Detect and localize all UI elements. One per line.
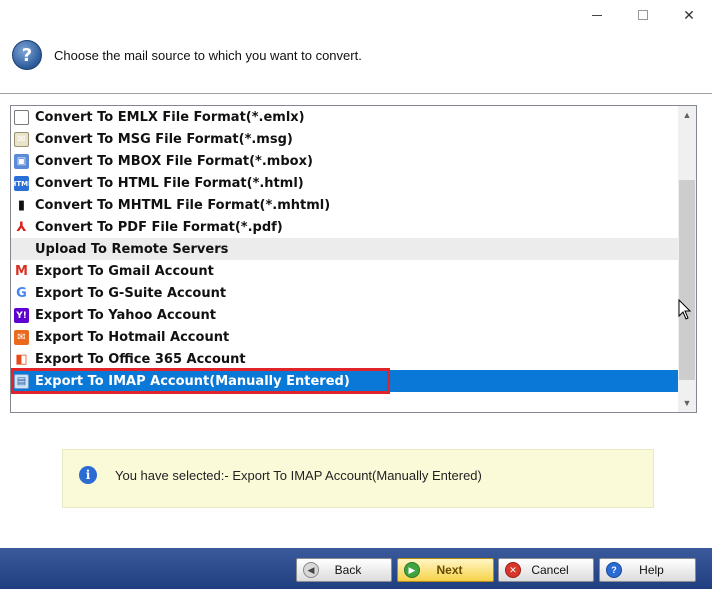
cancel-button[interactable]: ✕ Cancel bbox=[498, 558, 594, 582]
list-item[interactable]: ✉ Export To Hotmail Account bbox=[11, 326, 678, 348]
list-item-label: Export To IMAP Account(Manually Entered) bbox=[35, 373, 350, 389]
close-icon: ✕ bbox=[683, 6, 695, 23]
list-item[interactable]: ▤ Export To IMAP Account(Manually Entered… bbox=[11, 370, 678, 392]
scroll-thumb[interactable] bbox=[679, 180, 695, 380]
list-item-label: Upload To Remote Servers bbox=[35, 241, 229, 257]
list-item[interactable]: G Export To G-Suite Account bbox=[11, 282, 678, 304]
header-divider bbox=[0, 93, 712, 95]
list-content: ✉ Convert To EMLX File Format(*.emlx) ✉ Con… bbox=[11, 106, 678, 392]
list-item[interactable]: ✉ Convert To EMLX File Format(*.emlx) bbox=[11, 106, 678, 128]
cancel-icon: ✕ bbox=[505, 562, 521, 578]
help-button[interactable]: ? Help bbox=[599, 558, 696, 582]
list-item[interactable]: HTML Convert To HTML File Format(*.html) bbox=[11, 172, 678, 194]
bottom-button-bar: ◀ Back ▶ Next ✕ Cancel ? Help bbox=[0, 548, 712, 589]
scroll-down-arrow-icon[interactable]: ▼ bbox=[678, 394, 696, 412]
info-icon: i bbox=[79, 466, 97, 484]
back-arrow-icon: ◀ bbox=[303, 562, 319, 578]
back-button-label: Back bbox=[334, 563, 362, 577]
help-button-label: Help bbox=[639, 563, 664, 577]
list-item[interactable]: M Export To Gmail Account bbox=[11, 260, 678, 282]
back-button[interactable]: ◀ Back bbox=[296, 558, 392, 582]
office365-icon: ◧ bbox=[14, 352, 29, 367]
msg-file-icon: ✉ bbox=[14, 132, 29, 147]
cancel-button-label: Cancel bbox=[531, 563, 569, 577]
selection-info-text: You have selected:- Export To IMAP Accou… bbox=[115, 468, 482, 483]
list-item-label: Export To Yahoo Account bbox=[35, 307, 217, 323]
next-button-label: Next bbox=[436, 563, 463, 577]
next-arrow-icon: ▶ bbox=[404, 562, 420, 578]
list-item-label: Convert To PDF File Format(*.pdf) bbox=[35, 219, 283, 235]
list-item[interactable]: ▣ Convert To MBOX File Format(*.mbox) bbox=[11, 150, 678, 172]
maximize-button[interactable] bbox=[620, 0, 666, 30]
list-item-label: Convert To HTML File Format(*.html) bbox=[35, 175, 304, 191]
list-item-label: Convert To EMLX File Format(*.emlx) bbox=[35, 109, 305, 125]
list-item-label: Convert To MBOX File Format(*.mbox) bbox=[35, 153, 313, 169]
list-item-label: Export To Office 365 Account bbox=[35, 351, 246, 367]
list-item[interactable]: Y! Export To Yahoo Account bbox=[11, 304, 678, 326]
selection-info-box: i You have selected:- Export To IMAP Acc… bbox=[62, 449, 654, 508]
title-bar: ✕ bbox=[0, 0, 712, 30]
list-item-label: Convert To MHTML File Format(*.mhtml) bbox=[35, 197, 331, 213]
mouse-cursor-icon bbox=[678, 299, 692, 320]
mbox-icon: ▣ bbox=[14, 154, 29, 169]
vertical-scrollbar[interactable]: ▲ ▼ bbox=[678, 106, 696, 412]
maximize-icon bbox=[638, 10, 648, 20]
list-item-label: Export To Hotmail Account bbox=[35, 329, 230, 345]
hotmail-icon: ✉ bbox=[14, 330, 29, 345]
conversion-options-list[interactable]: ✉ Convert To EMLX File Format(*.emlx) ✉ Con… bbox=[10, 105, 697, 413]
list-item[interactable]: ◧ Export To Office 365 Account bbox=[11, 348, 678, 370]
google-icon: G bbox=[14, 286, 29, 301]
scroll-up-arrow-icon[interactable]: ▲ bbox=[678, 106, 696, 124]
next-button[interactable]: ▶ Next bbox=[397, 558, 494, 582]
list-item-label: Export To G-Suite Account bbox=[35, 285, 227, 301]
list-item[interactable]: ▮ Convert To MHTML File Format(*.mhtml) bbox=[11, 194, 678, 216]
list-item-label: Convert To MSG File Format(*.msg) bbox=[35, 131, 293, 147]
help-icon: ? bbox=[606, 562, 622, 578]
list-item-label: Export To Gmail Account bbox=[35, 263, 214, 279]
imap-icon: ▤ bbox=[14, 374, 29, 389]
pdf-icon: ⅄ bbox=[14, 220, 29, 235]
gmail-icon: M bbox=[14, 264, 29, 279]
header: ? Choose the mail source to which you wa… bbox=[0, 30, 712, 94]
yahoo-icon: Y! bbox=[14, 308, 29, 323]
page-prompt: Choose the mail source to which you want… bbox=[54, 48, 362, 63]
question-icon: ? bbox=[12, 40, 42, 70]
list-item[interactable]: ✉ Convert To MSG File Format(*.msg) bbox=[11, 128, 678, 150]
list-item[interactable]: ⅄ Convert To PDF File Format(*.pdf) bbox=[11, 216, 678, 238]
html-icon: HTML bbox=[11, 176, 33, 191]
list-group-header: Upload To Remote Servers bbox=[11, 238, 678, 260]
minimize-button[interactable] bbox=[574, 0, 620, 30]
minimize-icon bbox=[592, 14, 602, 16]
mhtml-icon: ▮ bbox=[14, 198, 29, 213]
envelope-icon: ✉ bbox=[14, 110, 29, 125]
close-button[interactable]: ✕ bbox=[666, 0, 712, 30]
